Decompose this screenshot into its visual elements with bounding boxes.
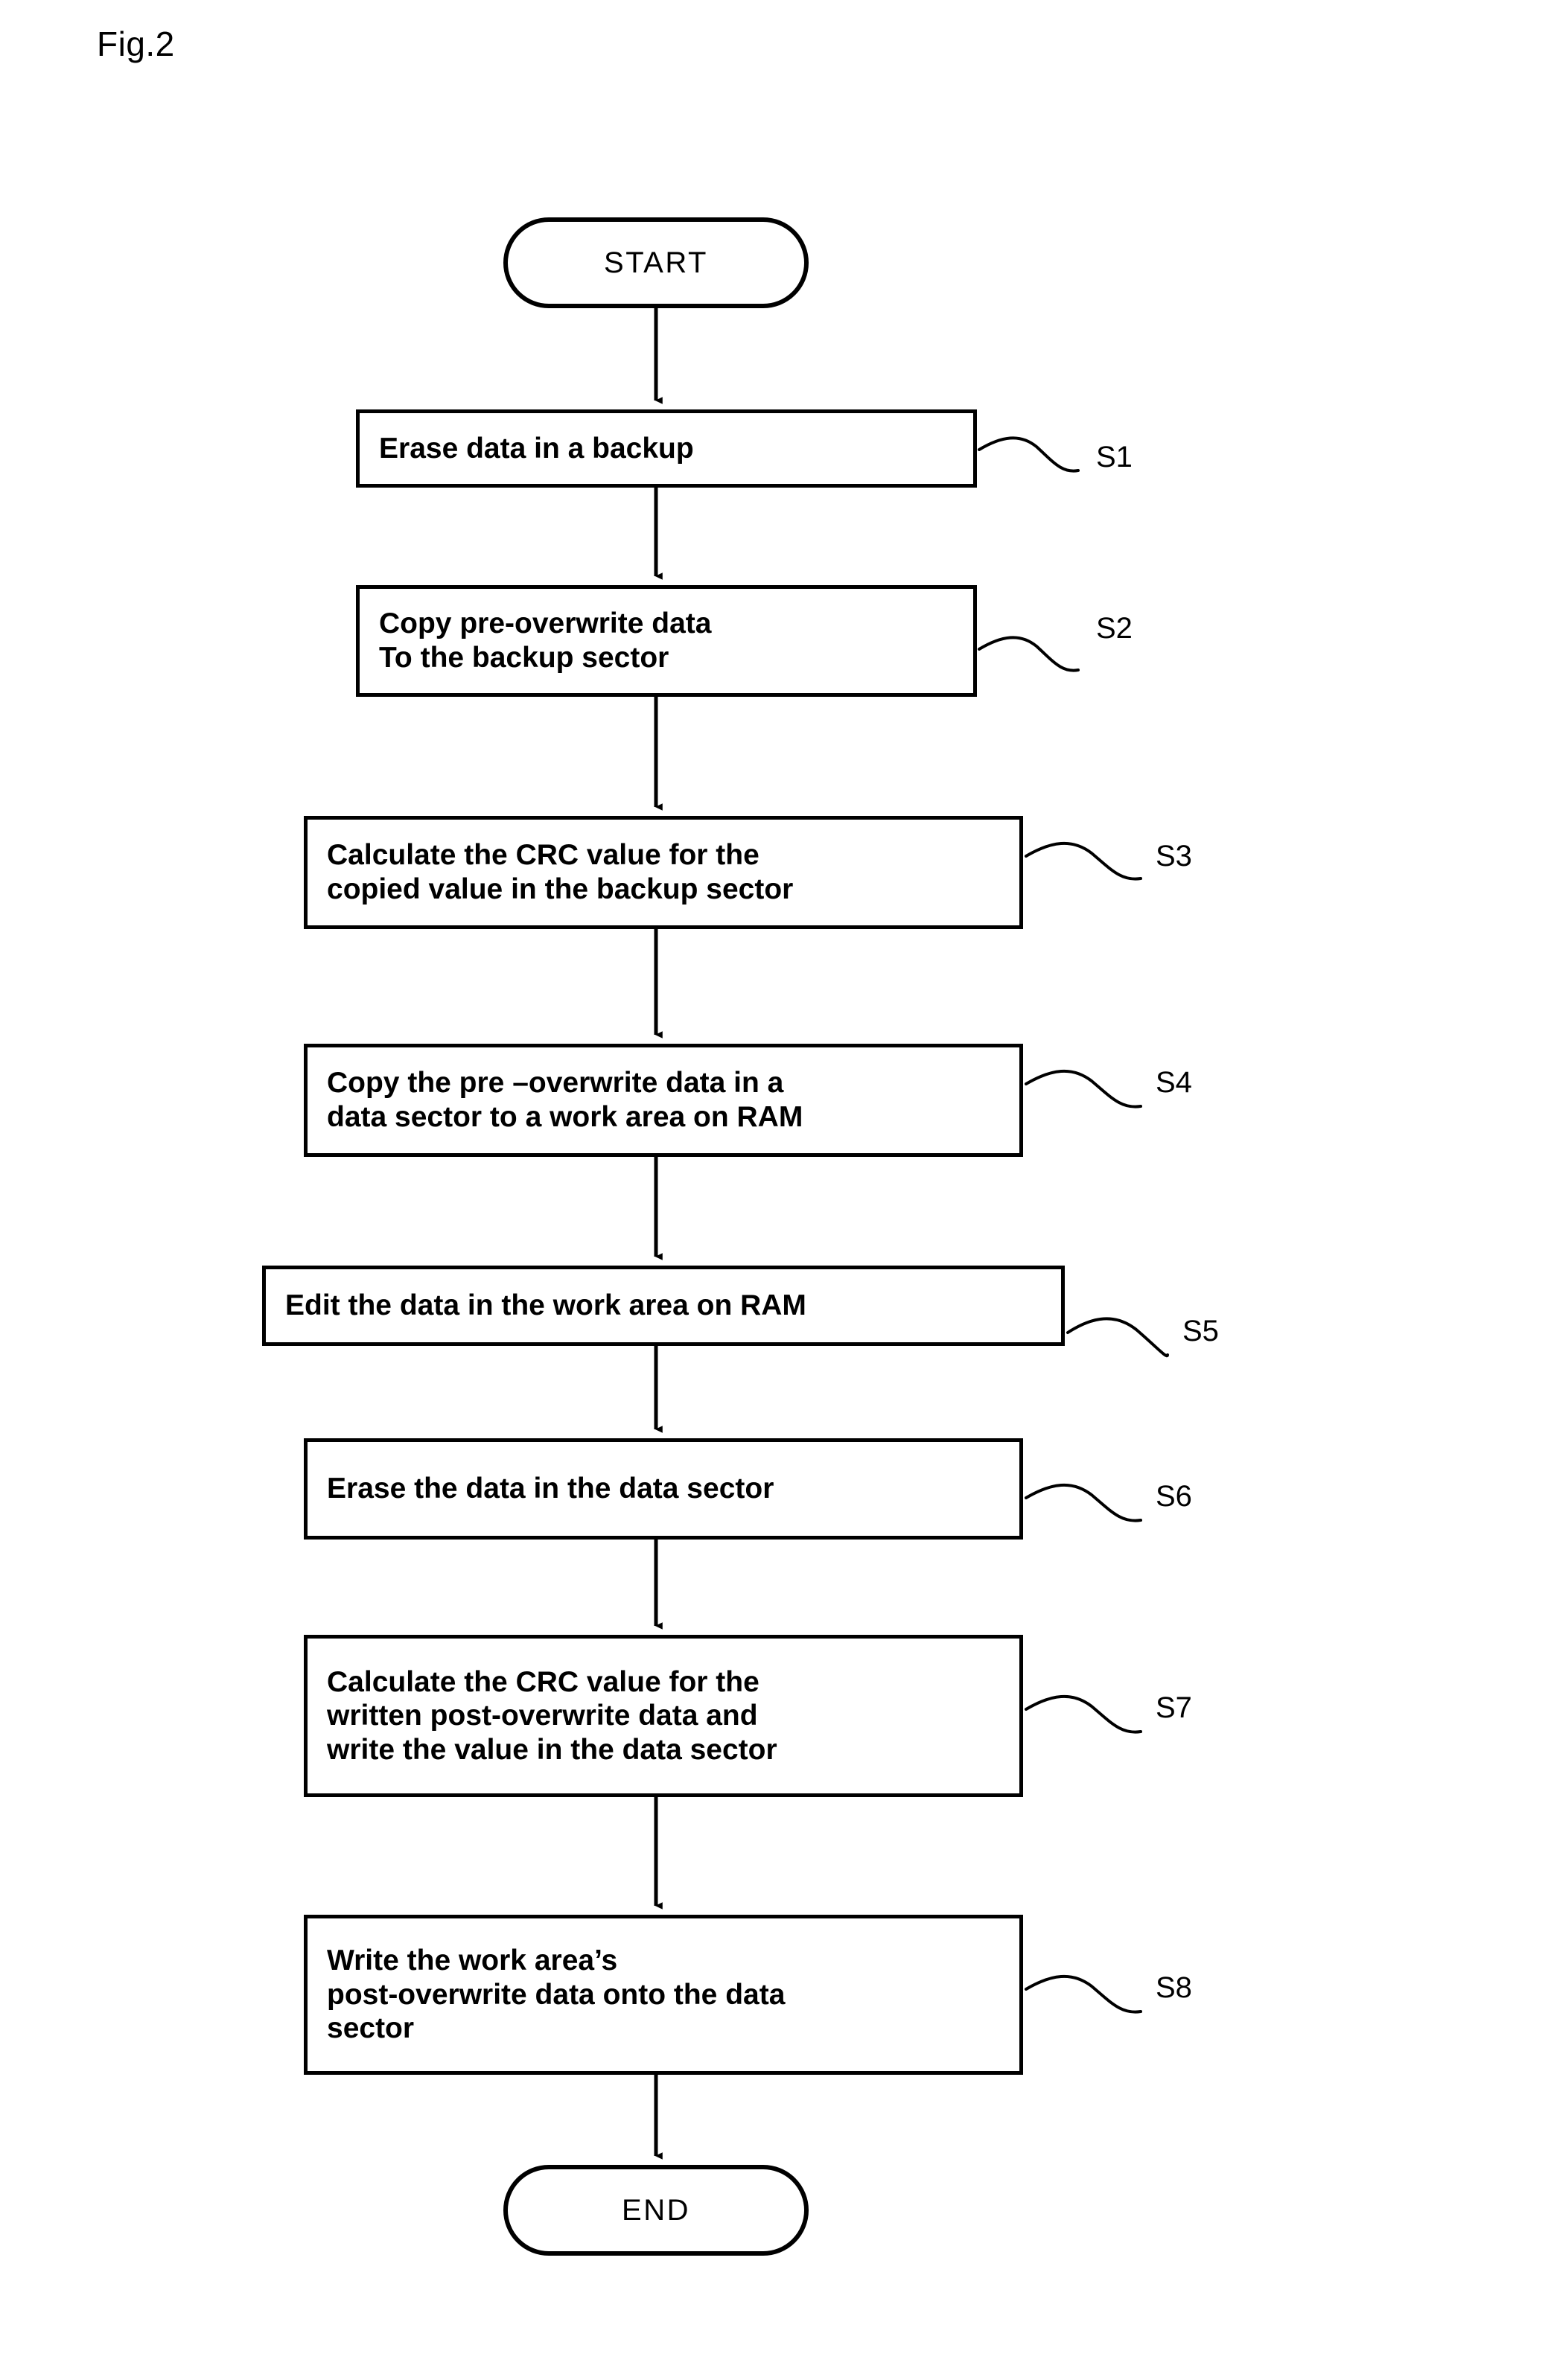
step-label-s3: S3 [1156,840,1192,872]
node-s1-label: Erase data in a backup [379,432,694,465]
node-s3-label: Calculate the CRC value for the copied v… [327,839,794,905]
flowchart-canvas: START Erase data in a backup Copy pre-ov… [0,0,1551,2380]
step-label-s2: S2 [1096,612,1133,645]
step-label-s4: S4 [1156,1066,1192,1099]
node-s1: Erase data in a backup [356,409,977,488]
node-s7-label: Calculate the CRC value for the written … [327,1665,777,1766]
node-s8-label: Write the work area’s post-overwrite dat… [327,1944,786,2045]
node-end: END [503,2165,809,2256]
node-s2: Copy pre-overwrite data To the backup se… [356,585,977,697]
step-label-s1: S1 [1096,441,1133,473]
node-s4-label: Copy the pre –overwrite data in a data s… [327,1067,803,1133]
node-s3: Calculate the CRC value for the copied v… [304,816,1023,929]
step-label-s7: S7 [1156,1691,1192,1724]
step-label-s8: S8 [1156,1971,1192,2004]
node-s8: Write the work area’s post-overwrite dat… [304,1915,1023,2075]
node-start-label: START [604,246,708,279]
node-s5-label: Edit the data in the work area on RAM [285,1289,806,1322]
node-s5: Edit the data in the work area on RAM [262,1266,1065,1346]
node-s7: Calculate the CRC value for the written … [304,1635,1023,1797]
step-label-s6: S6 [1156,1480,1192,1513]
step-label-s5: S5 [1182,1315,1219,1347]
node-s4: Copy the pre –overwrite data in a data s… [304,1044,1023,1157]
node-s2-label: Copy pre-overwrite data To the backup se… [379,607,712,674]
node-end-label: END [622,2193,690,2227]
node-s6-label: Erase the data in the data sector [327,1473,774,1505]
node-s6: Erase the data in the data sector [304,1438,1023,1540]
node-start: START [503,217,809,308]
